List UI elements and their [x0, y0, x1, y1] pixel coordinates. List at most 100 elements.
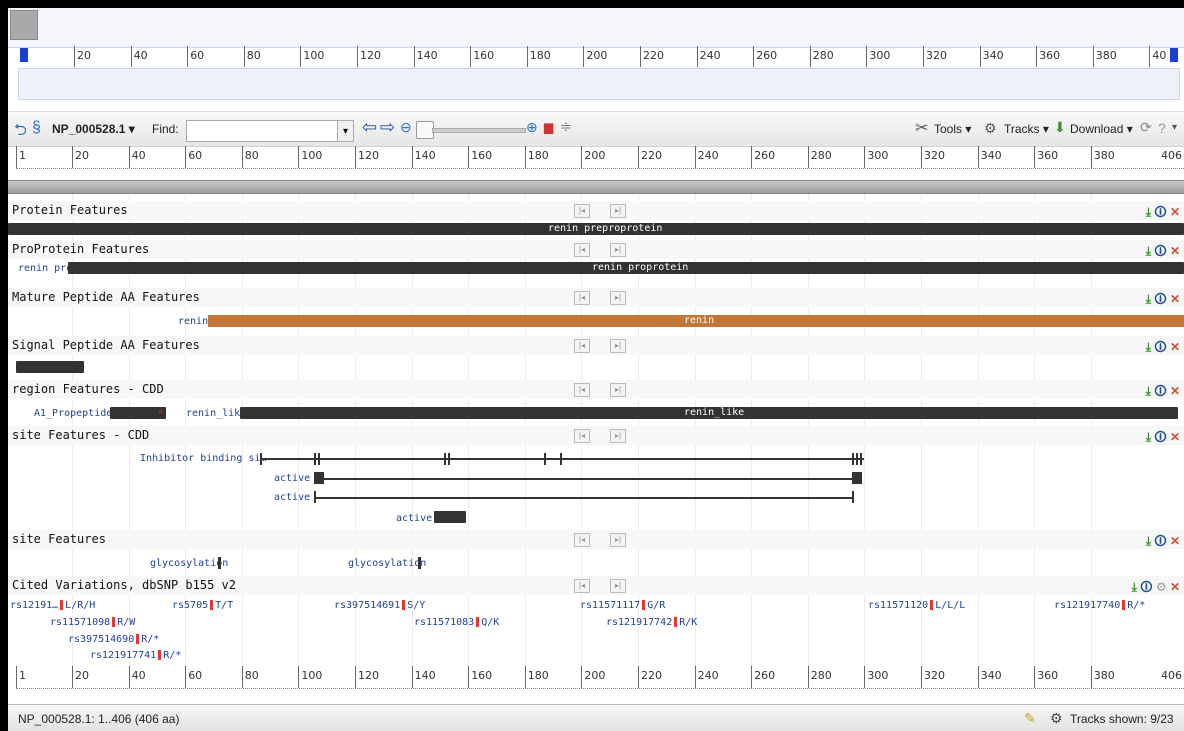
- ruler-tick-label: 80: [244, 669, 259, 682]
- close-icon[interactable]: ✕: [1170, 430, 1180, 444]
- reload-icon[interactable]: ⟳: [1140, 119, 1152, 136]
- download-icon[interactable]: ⤓: [1132, 580, 1137, 594]
- overview-selection-strip[interactable]: [18, 68, 1180, 100]
- feature-label: active: [274, 492, 311, 503]
- zoom-out-icon[interactable]: ⊖: [400, 119, 412, 136]
- variation-item[interactable]: rs5705 T/T: [172, 600, 233, 611]
- site-line-active-2[interactable]: [314, 497, 854, 499]
- feature-bar-signal-peptide[interactable]: [16, 361, 84, 373]
- variation-marker: [402, 600, 406, 610]
- download-icon[interactable]: ⤓: [1146, 384, 1151, 398]
- prev-feature-button[interactable]: |◂: [574, 533, 590, 547]
- info-icon[interactable]: 🛈: [1154, 292, 1166, 306]
- next-feature-button[interactable]: ▸|: [610, 291, 626, 305]
- link-icon[interactable]: §: [32, 119, 41, 137]
- close-icon[interactable]: ✕: [1170, 244, 1180, 258]
- info-icon[interactable]: 🛈: [1154, 205, 1166, 219]
- ruler-tick-label: 380: [1093, 149, 1115, 162]
- next-feature-button[interactable]: ▸|: [610, 579, 626, 593]
- variation-item[interactable]: rs397514691 S/Y: [334, 600, 425, 611]
- info-icon[interactable]: 🛈: [1154, 430, 1166, 444]
- overview-panel-handle[interactable]: [10, 10, 38, 40]
- zoom-slider-track[interactable]: [432, 128, 526, 133]
- prev-feature-button[interactable]: |◂: [574, 579, 590, 593]
- site-line-active-1[interactable]: [314, 478, 862, 480]
- ruler-tick: [128, 666, 130, 688]
- variation-item[interactable]: rs11571083 Q/K: [414, 617, 499, 628]
- prev-feature-button[interactable]: |◂: [574, 339, 590, 353]
- close-icon[interactable]: ✕: [1170, 384, 1180, 398]
- close-icon[interactable]: ✕: [1170, 292, 1180, 306]
- find-input[interactable]: [186, 120, 338, 142]
- pencil-icon[interactable]: ✎: [1024, 710, 1036, 727]
- ruler-tick-label: 180: [529, 49, 551, 62]
- variation-item[interactable]: rs11571117 G/R: [580, 600, 665, 611]
- download-icon[interactable]: ⤓: [1146, 292, 1151, 306]
- ruler-tick-label: 100: [303, 49, 325, 62]
- variation-item[interactable]: rs121917741 R/*: [90, 650, 181, 661]
- download-icon[interactable]: ⤓: [1146, 244, 1151, 258]
- download-menu[interactable]: Download ▾: [1070, 122, 1133, 136]
- variation-item[interactable]: rs11571098 R/W: [50, 617, 135, 628]
- download-icon[interactable]: ⤓: [1146, 534, 1151, 548]
- gear-icon[interactable]: ⚙: [1156, 580, 1167, 594]
- site-line-inhibitor-binding[interactable]: [260, 458, 864, 460]
- prev-feature-button[interactable]: |◂: [574, 291, 590, 305]
- accession-dropdown[interactable]: NP_000528.1 ▾: [52, 122, 135, 136]
- download-icon[interactable]: ⤓: [1146, 205, 1151, 219]
- ruler-tick: [524, 666, 526, 688]
- next-feature-button[interactable]: ▸|: [610, 383, 626, 397]
- download-icon[interactable]: ⤓: [1146, 430, 1151, 444]
- pan-right-icon[interactable]: ⇨: [380, 117, 395, 138]
- track-title-signal-peptide: Signal Peptide AA Features: [12, 338, 200, 352]
- help-icon[interactable]: ?: [1158, 120, 1166, 136]
- info-icon[interactable]: 🛈: [1154, 244, 1166, 258]
- ruler-tick-label: 360: [1037, 149, 1059, 162]
- tracks-gear-icon[interactable]: ⚙: [1050, 710, 1063, 727]
- ruler-tick-label: 140: [416, 49, 438, 62]
- variation-item[interactable]: rs397514690 R/*: [68, 634, 159, 645]
- tools-menu[interactable]: Tools ▾: [934, 122, 971, 136]
- range-text: NP_000528.1: 1..406 (406 aa): [18, 712, 180, 726]
- collapse-icon[interactable]: ≑: [560, 118, 572, 135]
- glycosylation-site-mark[interactable]: [218, 557, 221, 569]
- site-mark: [544, 453, 546, 465]
- close-icon[interactable]: ✕: [1170, 205, 1180, 219]
- info-icon[interactable]: 🛈: [1154, 340, 1166, 354]
- next-feature-button[interactable]: ▸|: [610, 533, 626, 547]
- close-icon[interactable]: ✕: [1170, 534, 1180, 548]
- next-feature-button[interactable]: ▸|: [610, 243, 626, 257]
- zoom-in-icon[interactable]: ⊕: [526, 119, 538, 136]
- glycosylation-site-mark[interactable]: [418, 557, 421, 569]
- prev-feature-button[interactable]: |◂: [574, 243, 590, 257]
- variation-item[interactable]: rs11571120 L/L/L: [868, 600, 965, 611]
- variation-item[interactable]: rs121917740 R/*: [1054, 600, 1145, 611]
- pan-left-icon[interactable]: ⇦: [362, 117, 377, 138]
- variation-item[interactable]: rs12191… L/R/H: [10, 600, 95, 611]
- variation-item[interactable]: rs121917742 R/K: [606, 617, 697, 628]
- site-bar-active-3[interactable]: [434, 511, 466, 523]
- ruler-tick-label: 360: [1037, 669, 1059, 682]
- tracks-menu[interactable]: Tracks ▾: [1004, 122, 1049, 136]
- variation-alleles: Q/K: [481, 617, 500, 628]
- prev-feature-button[interactable]: |◂: [574, 429, 590, 443]
- info-icon[interactable]: 🛈: [1140, 580, 1152, 594]
- info-icon[interactable]: 🛈: [1154, 534, 1166, 548]
- ruler-tick-label: 180: [527, 669, 549, 682]
- prev-feature-button[interactable]: |◂: [574, 383, 590, 397]
- info-icon[interactable]: 🛈: [1154, 384, 1166, 398]
- close-icon[interactable]: ✕: [1170, 580, 1180, 594]
- sequence-icon[interactable]: ▆: [544, 120, 553, 134]
- download-icon[interactable]: ⤓: [1146, 340, 1151, 354]
- more-dropdown-icon[interactable]: ▾: [1172, 122, 1177, 133]
- back-icon[interactable]: ⮌: [14, 119, 27, 146]
- next-feature-button[interactable]: ▸|: [610, 429, 626, 443]
- close-icon[interactable]: ✕: [1170, 340, 1180, 354]
- find-dropdown-button[interactable]: ▾: [338, 120, 354, 142]
- next-feature-button[interactable]: ▸|: [610, 204, 626, 218]
- track-controls-site-cdd: ⤓ 🛈 ✕: [1146, 428, 1180, 449]
- ruler-tick-label: 320: [924, 669, 945, 682]
- prev-feature-button[interactable]: |◂: [574, 204, 590, 218]
- variation-marker: [674, 617, 678, 627]
- next-feature-button[interactable]: ▸|: [610, 339, 626, 353]
